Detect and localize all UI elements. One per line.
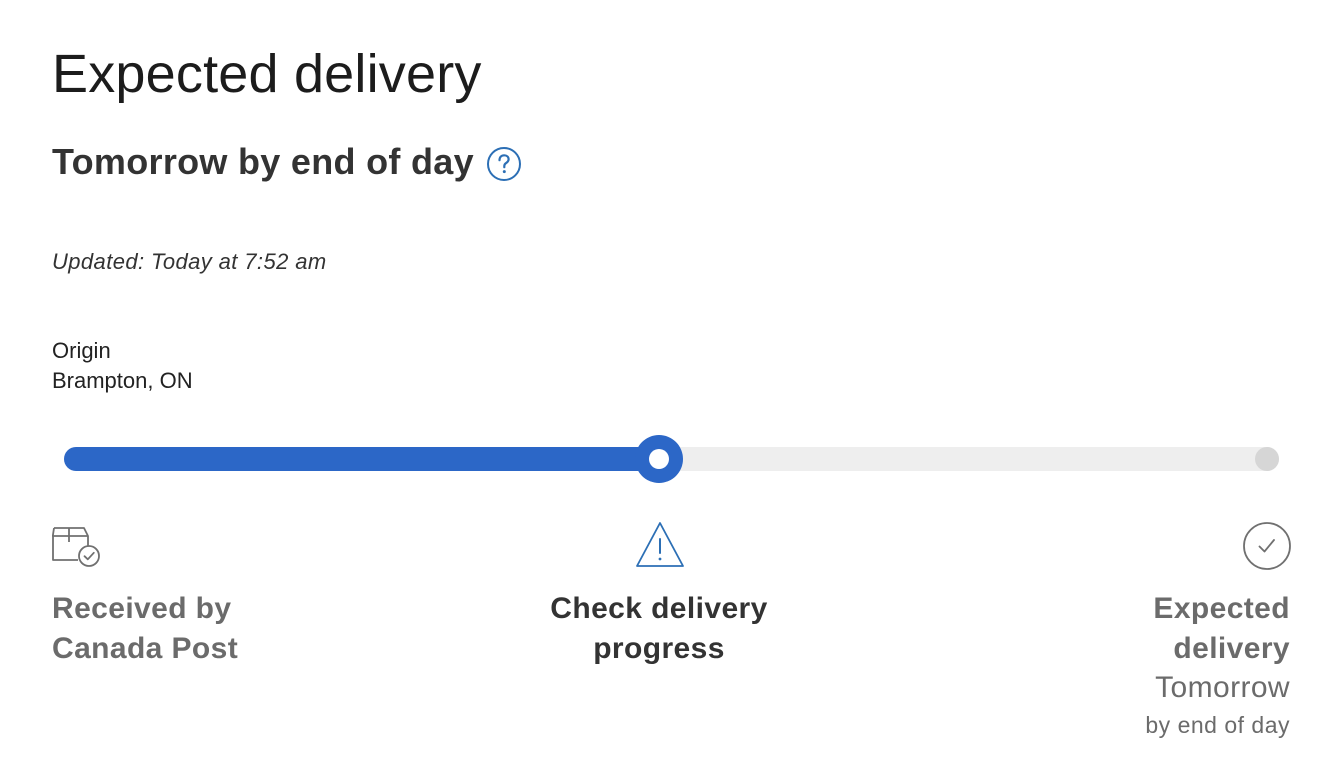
origin-label: Origin [52, 338, 111, 363]
progress-fill [64, 447, 660, 471]
updated-timestamp: Updated: Today at 7:52 am [52, 249, 327, 274]
progress-marker [635, 435, 684, 483]
step-expected-delivery-sub: by end of day [1145, 712, 1290, 738]
eta-row: Tomorrow by end of day [52, 140, 522, 184]
page-title: Expected delivery [52, 44, 482, 104]
warning-triangle-icon [634, 520, 686, 568]
step-received-label: Received by Canada Post [52, 592, 239, 665]
origin-block: Origin Brampton, ON [52, 336, 193, 396]
step-expected-delivery-date: Tomorrow [1155, 671, 1290, 704]
progress-end-dot [1255, 447, 1279, 471]
step-expected-delivery-label: Expected delivery [1153, 592, 1290, 665]
origin-location: Brampton, ON [52, 368, 193, 393]
progress-marker-center [649, 449, 670, 469]
progress-track [64, 435, 1279, 483]
package-check-icon [51, 520, 102, 568]
eta-text: Tomorrow by end of day [52, 141, 474, 182]
check-circle-icon [1242, 521, 1292, 571]
step-check-progress-label[interactable]: Check delivery progress [509, 589, 809, 669]
question-circle-icon[interactable] [486, 146, 522, 182]
